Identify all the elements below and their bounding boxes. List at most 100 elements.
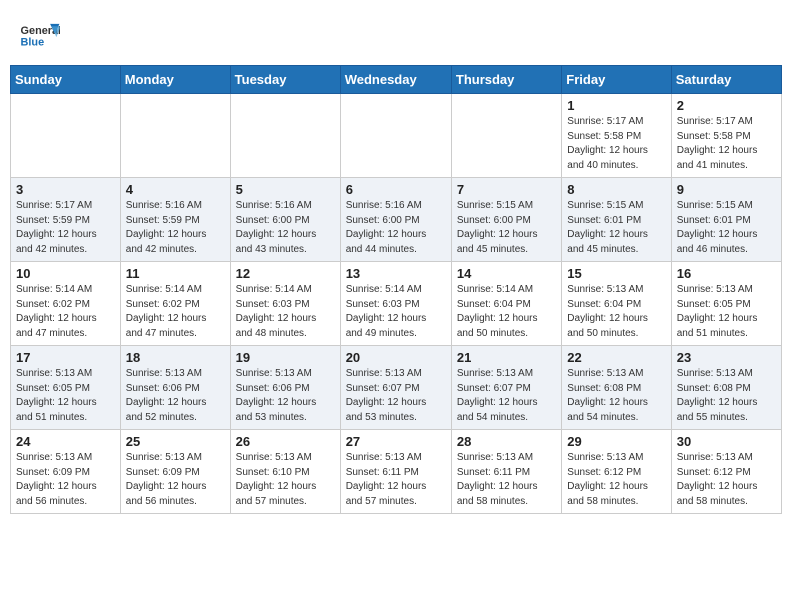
calendar-cell: 16 Sunrise: 5:13 AMSunset: 6:05 PMDayligh… xyxy=(671,262,781,346)
day-info: Sunrise: 5:14 AMSunset: 6:03 PMDaylight:… xyxy=(236,283,335,341)
day-info: Sunrise: 5:13 AMSunset: 6:09 PMDaylight:… xyxy=(126,451,225,509)
day-number: 23 xyxy=(677,350,776,365)
day-info: Sunrise: 5:13 AMSunset: 6:08 PMDaylight:… xyxy=(677,367,776,425)
day-info: Sunrise: 5:15 AMSunset: 6:00 PMDaylight:… xyxy=(457,199,556,257)
weekday-header-row: SundayMondayTuesdayWednesdayThursdayFrid… xyxy=(11,66,782,94)
day-info: Sunrise: 5:13 AMSunset: 6:05 PMDaylight:… xyxy=(677,283,776,341)
calendar-cell: 24 Sunrise: 5:13 AMSunset: 6:09 PMDayligh… xyxy=(11,430,121,514)
day-number: 9 xyxy=(677,182,776,197)
calendar-table: SundayMondayTuesdayWednesdayThursdayFrid… xyxy=(10,65,782,514)
calendar-cell: 22 Sunrise: 5:13 AMSunset: 6:08 PMDayligh… xyxy=(562,346,671,430)
page-header: General Blue xyxy=(10,10,782,60)
day-number: 25 xyxy=(126,434,225,449)
calendar-cell: 15 Sunrise: 5:13 AMSunset: 6:04 PMDayligh… xyxy=(562,262,671,346)
day-number: 27 xyxy=(346,434,446,449)
day-info: Sunrise: 5:13 AMSunset: 6:05 PMDaylight:… xyxy=(16,367,115,425)
svg-text:Blue: Blue xyxy=(21,37,45,49)
day-number: 29 xyxy=(567,434,665,449)
calendar-week-5: 24 Sunrise: 5:13 AMSunset: 6:09 PMDayligh… xyxy=(11,430,782,514)
day-info: Sunrise: 5:13 AMSunset: 6:06 PMDaylight:… xyxy=(236,367,335,425)
day-info: Sunrise: 5:15 AMSunset: 6:01 PMDaylight:… xyxy=(567,199,665,257)
day-info: Sunrise: 5:13 AMSunset: 6:09 PMDaylight:… xyxy=(16,451,115,509)
day-info: Sunrise: 5:17 AMSunset: 5:58 PMDaylight:… xyxy=(567,115,665,173)
calendar-cell: 3 Sunrise: 5:17 AMSunset: 5:59 PMDaylight… xyxy=(11,178,121,262)
calendar-cell: 19 Sunrise: 5:13 AMSunset: 6:06 PMDayligh… xyxy=(230,346,340,430)
logo-icon: General Blue xyxy=(20,20,60,55)
calendar-cell: 8 Sunrise: 5:15 AMSunset: 6:01 PMDaylight… xyxy=(562,178,671,262)
day-number: 3 xyxy=(16,182,115,197)
day-info: Sunrise: 5:14 AMSunset: 6:02 PMDaylight:… xyxy=(16,283,115,341)
day-number: 28 xyxy=(457,434,556,449)
day-number: 4 xyxy=(126,182,225,197)
calendar-cell: 18 Sunrise: 5:13 AMSunset: 6:06 PMDayligh… xyxy=(120,346,230,430)
calendar-cell xyxy=(120,94,230,178)
logo: General Blue xyxy=(20,20,62,55)
calendar-cell: 2Sunrise: 5:17 AMSunset: 5:58 PMDaylight… xyxy=(671,94,781,178)
day-number: 21 xyxy=(457,350,556,365)
day-info: Sunrise: 5:13 AMSunset: 6:10 PMDaylight:… xyxy=(236,451,335,509)
calendar-cell xyxy=(230,94,340,178)
weekday-header-friday: Friday xyxy=(562,66,671,94)
weekday-header-thursday: Thursday xyxy=(451,66,561,94)
calendar-cell: 5Sunrise: 5:16 AMSunset: 6:00 PMDaylight… xyxy=(230,178,340,262)
day-number: 6 xyxy=(346,182,446,197)
day-info: Sunrise: 5:13 AMSunset: 6:08 PMDaylight:… xyxy=(567,367,665,425)
calendar-cell: 17Sunrise: 5:13 AMSunset: 6:05 PMDayligh… xyxy=(11,346,121,430)
day-number: 18 xyxy=(126,350,225,365)
day-number: 11 xyxy=(126,266,225,281)
calendar-cell: 28Sunrise: 5:13 AMSunset: 6:11 PMDayligh… xyxy=(451,430,561,514)
day-info: Sunrise: 5:13 AMSunset: 6:12 PMDaylight:… xyxy=(567,451,665,509)
day-number: 7 xyxy=(457,182,556,197)
day-info: Sunrise: 5:13 AMSunset: 6:11 PMDaylight:… xyxy=(346,451,446,509)
weekday-header-wednesday: Wednesday xyxy=(340,66,451,94)
day-info: Sunrise: 5:13 AMSunset: 6:07 PMDaylight:… xyxy=(457,367,556,425)
calendar-cell: 20 Sunrise: 5:13 AMSunset: 6:07 PMDayligh… xyxy=(340,346,451,430)
day-info: Sunrise: 5:14 AMSunset: 6:03 PMDaylight:… xyxy=(346,283,446,341)
day-number: 30 xyxy=(677,434,776,449)
calendar-cell: 11 Sunrise: 5:14 AMSunset: 6:02 PMDayligh… xyxy=(120,262,230,346)
day-number: 1 xyxy=(567,98,665,113)
day-info: Sunrise: 5:16 AMSunset: 6:00 PMDaylight:… xyxy=(346,199,446,257)
day-info: Sunrise: 5:17 AMSunset: 5:58 PMDaylight:… xyxy=(677,115,776,173)
calendar-cell: 1 Sunrise: 5:17 AMSunset: 5:58 PMDaylight… xyxy=(562,94,671,178)
day-number: 15 xyxy=(567,266,665,281)
calendar-week-2: 3 Sunrise: 5:17 AMSunset: 5:59 PMDaylight… xyxy=(11,178,782,262)
calendar-cell: 14 Sunrise: 5:14 AMSunset: 6:04 PMDayligh… xyxy=(451,262,561,346)
day-info: Sunrise: 5:13 AMSunset: 6:12 PMDaylight:… xyxy=(677,451,776,509)
day-number: 13 xyxy=(346,266,446,281)
weekday-header-monday: Monday xyxy=(120,66,230,94)
day-info: Sunrise: 5:13 AMSunset: 6:06 PMDaylight:… xyxy=(126,367,225,425)
day-number: 12 xyxy=(236,266,335,281)
calendar-week-4: 17Sunrise: 5:13 AMSunset: 6:05 PMDayligh… xyxy=(11,346,782,430)
day-info: Sunrise: 5:16 AMSunset: 5:59 PMDaylight:… xyxy=(126,199,225,257)
calendar-cell: 12 Sunrise: 5:14 AMSunset: 6:03 PMDayligh… xyxy=(230,262,340,346)
day-number: 14 xyxy=(457,266,556,281)
calendar-cell: 25 Sunrise: 5:13 AMSunset: 6:09 PMDayligh… xyxy=(120,430,230,514)
calendar-cell: 9Sunrise: 5:15 AMSunset: 6:01 PMDaylight… xyxy=(671,178,781,262)
weekday-header-sunday: Sunday xyxy=(11,66,121,94)
day-number: 22 xyxy=(567,350,665,365)
day-number: 19 xyxy=(236,350,335,365)
day-info: Sunrise: 5:13 AMSunset: 6:04 PMDaylight:… xyxy=(567,283,665,341)
day-info: Sunrise: 5:17 AMSunset: 5:59 PMDaylight:… xyxy=(16,199,115,257)
weekday-header-saturday: Saturday xyxy=(671,66,781,94)
calendar-cell: 7 Sunrise: 5:15 AMSunset: 6:00 PMDaylight… xyxy=(451,178,561,262)
day-info: Sunrise: 5:14 AMSunset: 6:04 PMDaylight:… xyxy=(457,283,556,341)
day-number: 24 xyxy=(16,434,115,449)
day-number: 16 xyxy=(677,266,776,281)
calendar-week-1: 1 Sunrise: 5:17 AMSunset: 5:58 PMDaylight… xyxy=(11,94,782,178)
day-info: Sunrise: 5:14 AMSunset: 6:02 PMDaylight:… xyxy=(126,283,225,341)
day-info: Sunrise: 5:13 AMSunset: 6:07 PMDaylight:… xyxy=(346,367,446,425)
day-number: 8 xyxy=(567,182,665,197)
calendar-cell: 4 Sunrise: 5:16 AMSunset: 5:59 PMDaylight… xyxy=(120,178,230,262)
calendar-cell: 10 Sunrise: 5:14 AMSunset: 6:02 PMDayligh… xyxy=(11,262,121,346)
day-number: 26 xyxy=(236,434,335,449)
day-number: 20 xyxy=(346,350,446,365)
day-number: 10 xyxy=(16,266,115,281)
calendar-cell xyxy=(451,94,561,178)
calendar-cell: 30 Sunrise: 5:13 AMSunset: 6:12 PMDayligh… xyxy=(671,430,781,514)
calendar-cell: 26 Sunrise: 5:13 AMSunset: 6:10 PMDayligh… xyxy=(230,430,340,514)
weekday-header-tuesday: Tuesday xyxy=(230,66,340,94)
calendar-cell: 23 Sunrise: 5:13 AMSunset: 6:08 PMDayligh… xyxy=(671,346,781,430)
calendar-cell: 21 Sunrise: 5:13 AMSunset: 6:07 PMDayligh… xyxy=(451,346,561,430)
